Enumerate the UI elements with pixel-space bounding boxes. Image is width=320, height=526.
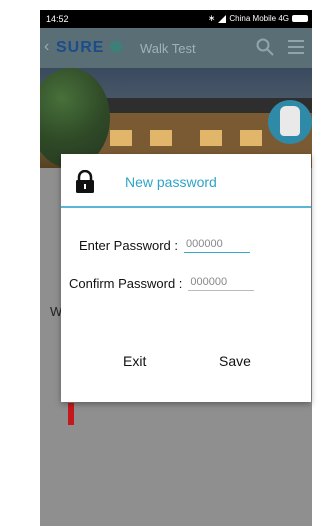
- window-shape: [240, 130, 262, 146]
- dialog-header: New password: [61, 154, 311, 206]
- device-body: [280, 106, 300, 136]
- enter-password-row: Enter Password :: [79, 238, 250, 253]
- window-shape: [110, 130, 132, 146]
- new-password-dialog: New password Enter Password : Confirm Pa…: [61, 154, 311, 402]
- dialog-divider: [61, 206, 311, 208]
- sensor-device-icon[interactable]: [268, 100, 312, 144]
- confirm-password-label: Confirm Password :: [69, 276, 183, 291]
- back-icon[interactable]: ‹: [44, 38, 49, 56]
- logo-dot-icon: [110, 41, 122, 53]
- status-right: ∗ China Mobile 4G: [208, 13, 308, 24]
- save-button[interactable]: Save: [209, 347, 261, 375]
- menu-icon[interactable]: [288, 40, 304, 54]
- dialog-title: New password: [125, 174, 217, 190]
- enter-password-field[interactable]: [184, 238, 250, 253]
- carrier-label: China Mobile 4G: [229, 14, 289, 23]
- status-bar: 14:52 ∗ China Mobile 4G: [40, 10, 312, 28]
- app-logo: SURE: [56, 39, 105, 56]
- lock-icon: [76, 170, 94, 193]
- search-icon[interactable]: [255, 37, 275, 57]
- status-time: 14:52: [46, 14, 69, 24]
- confirm-password-row: Confirm Password :: [69, 276, 255, 291]
- app-bar: ‹ SURE Walk Test: [40, 28, 312, 68]
- enter-password-label: Enter Password :: [79, 238, 178, 253]
- battery-icon: [292, 15, 308, 22]
- exit-button[interactable]: Exit: [113, 347, 156, 375]
- app-title: Walk Test: [140, 41, 196, 56]
- window-shape: [200, 130, 222, 146]
- confirm-password-field[interactable]: [188, 276, 255, 291]
- signal-icon: [218, 14, 227, 23]
- bluetooth-icon: ∗: [207, 13, 216, 23]
- window-shape: [150, 130, 172, 146]
- red-marker: [68, 403, 74, 425]
